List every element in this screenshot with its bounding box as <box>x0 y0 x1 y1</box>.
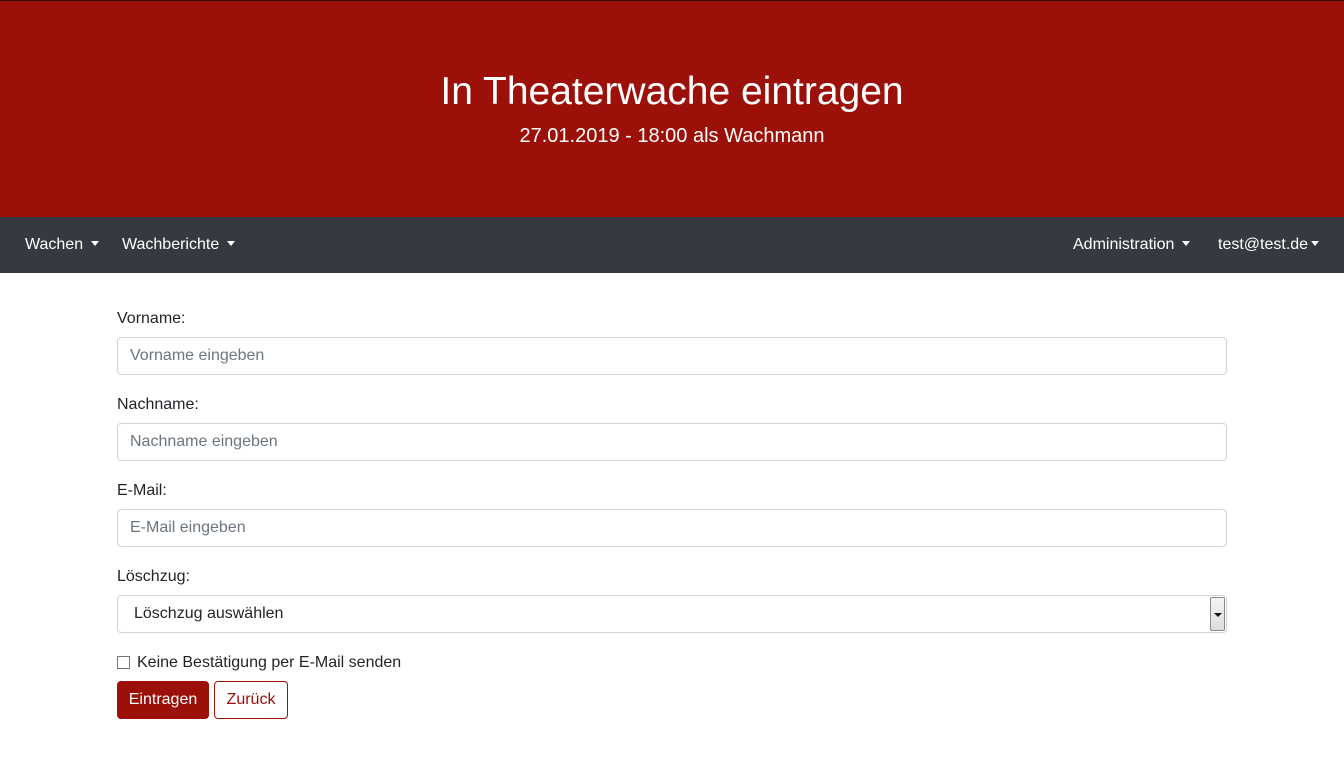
no-confirmation-checkbox[interactable] <box>117 656 130 669</box>
page: In Theaterwache eintragen 27.01.2019 - 1… <box>0 0 1344 768</box>
back-button[interactable]: Zurück <box>214 681 288 719</box>
loeschzug-label: Löschzug: <box>117 568 190 585</box>
nav-item-wachberichte[interactable]: Wachberichte <box>122 217 236 273</box>
caret-down-icon <box>227 241 236 246</box>
nav-item-label: test@test.de <box>1218 236 1309 253</box>
submit-button[interactable]: Eintragen <box>117 681 209 719</box>
nachname-label: Nachname: <box>117 396 199 413</box>
email-input[interactable] <box>117 509 1227 547</box>
page-header: In Theaterwache eintragen 27.01.2019 - 1… <box>0 0 1344 217</box>
nav-item-wachen[interactable]: Wachen <box>25 217 100 273</box>
dropdown-arrow-icon <box>1214 613 1222 617</box>
caret-down-icon <box>1311 241 1320 246</box>
main-navbar: Wachen Wachberichte Administration test@… <box>0 217 1344 273</box>
loeschzug-selected-value: Löschzug auswählen <box>134 605 284 622</box>
page-subtitle: 27.01.2019 - 18:00 als Wachmann <box>519 125 825 147</box>
nachname-input[interactable] <box>117 423 1227 461</box>
email-label: E-Mail: <box>117 482 167 499</box>
loeschzug-select[interactable]: Löschzug auswählen <box>117 595 1227 633</box>
nav-item-user-menu[interactable]: test@test.de <box>1218 217 1320 273</box>
nav-item-administration[interactable]: Administration <box>1073 217 1191 273</box>
dropdown-button[interactable] <box>1210 597 1225 631</box>
nav-item-label: Wachberichte <box>122 236 220 253</box>
no-confirmation-label[interactable]: Keine Bestätigung per E-Mail senden <box>137 653 401 673</box>
caret-down-icon <box>1182 241 1191 246</box>
caret-down-icon <box>91 241 100 246</box>
page-title: In Theaterwache eintragen <box>440 70 904 113</box>
nav-item-label: Administration <box>1073 236 1175 253</box>
nav-item-label: Wachen <box>25 236 84 253</box>
vorname-label: Vorname: <box>117 310 186 327</box>
vorname-input[interactable] <box>117 337 1227 375</box>
